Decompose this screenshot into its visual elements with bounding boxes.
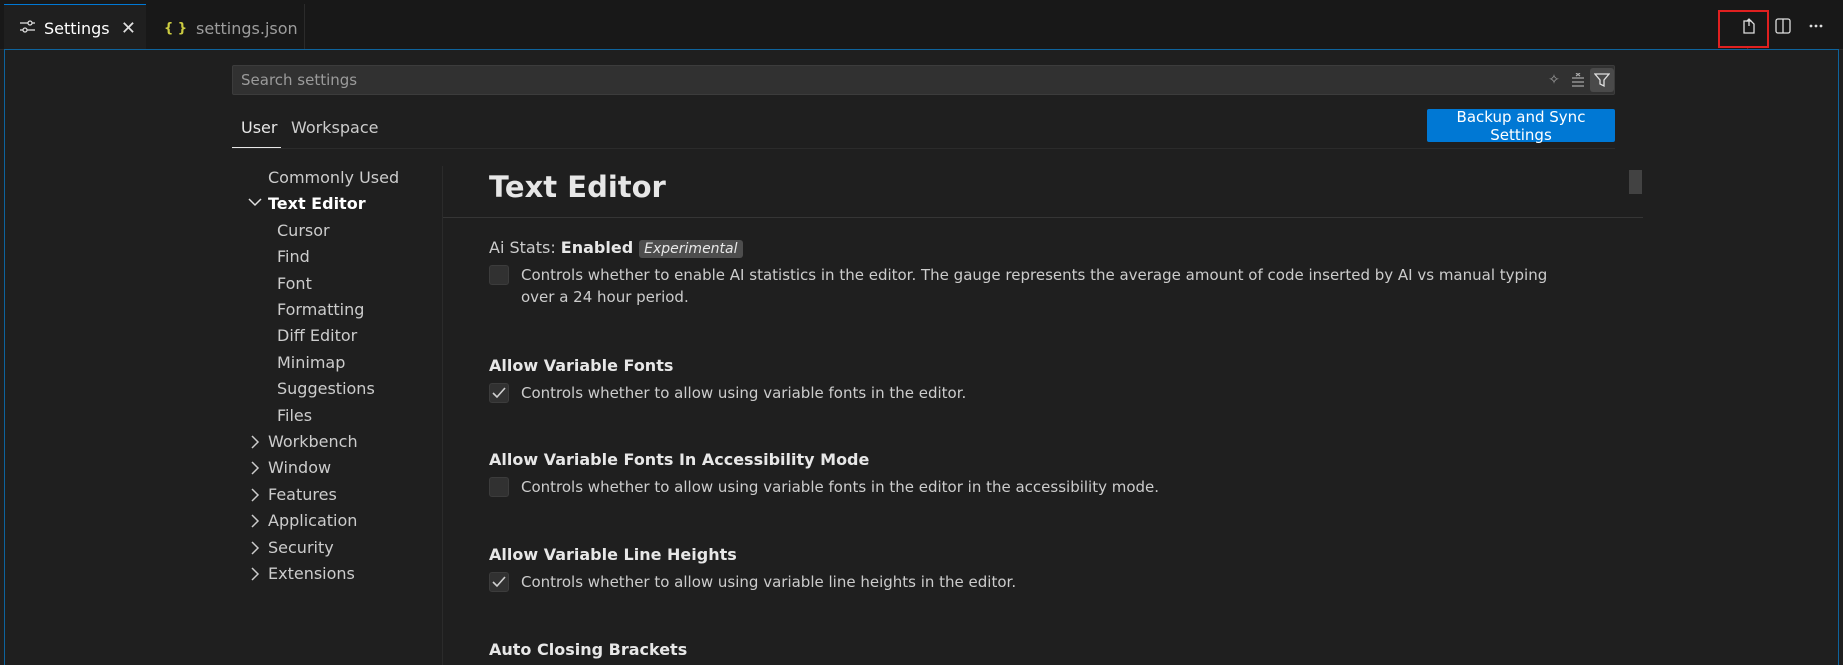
tab-workspace[interactable]: Workspace: [291, 118, 378, 137]
toc-item-workbench[interactable]: Workbench: [268, 432, 358, 451]
close-icon[interactable]: ✕: [121, 18, 136, 39]
divider: [232, 148, 1615, 149]
more-actions-icon[interactable]: [1805, 15, 1827, 37]
setting-description: Controls whether to allow using variable…: [521, 478, 1160, 496]
search-input[interactable]: [233, 66, 1333, 94]
chevron-right-icon[interactable]: [250, 514, 260, 532]
experimental-badge: Experimental: [639, 240, 743, 258]
toc-item-find[interactable]: Find: [277, 247, 310, 266]
checkmark-icon: [492, 387, 506, 399]
toc-item-extensions[interactable]: Extensions: [268, 564, 355, 583]
toc-item-formatting[interactable]: Formatting: [277, 300, 364, 319]
toc-item-text-editor[interactable]: Text Editor: [268, 194, 366, 213]
tab-settings-json[interactable]: { } settings.json: [150, 4, 305, 52]
toc-item-commonly-used[interactable]: Commonly Used: [268, 168, 399, 187]
checkmark-icon: [492, 576, 506, 588]
chevron-right-icon[interactable]: [250, 435, 260, 453]
filter-icon[interactable]: [1590, 68, 1614, 92]
toc-item-cursor[interactable]: Cursor: [277, 221, 330, 240]
clear-filter-icon[interactable]: [1567, 70, 1589, 90]
variable-fonts-checkbox[interactable]: [489, 383, 509, 403]
setting-category-prefix: Ai Stats:: [489, 238, 561, 257]
setting-description: Controls whether to allow using variable…: [521, 384, 967, 402]
setting-title-ai-stats: Ai Stats: Enabled Experimental: [489, 238, 743, 258]
toc-item-files[interactable]: Files: [277, 406, 312, 425]
editor-tab-bar: Settings ✕ { } settings.json: [0, 0, 1843, 52]
toc-item-features[interactable]: Features: [268, 485, 337, 504]
setting-title-variable-fonts: Allow Variable Fonts: [489, 356, 674, 375]
setting-title-variable-line-heights: Allow Variable Line Heights: [489, 545, 737, 564]
toc-item-window[interactable]: Window: [268, 458, 331, 477]
backup-sync-button[interactable]: Backup and Sync Settings: [1427, 108, 1615, 144]
scrollbar-thumb[interactable]: [1629, 170, 1642, 194]
section-title: Text Editor: [489, 170, 666, 204]
setting-name: Enabled: [560, 238, 634, 257]
tab-settings[interactable]: Settings ✕: [4, 4, 146, 52]
sparkle-icon[interactable]: ✧: [1543, 70, 1565, 90]
chevron-right-icon[interactable]: [250, 541, 260, 559]
toc-item-diff-editor[interactable]: Diff Editor: [277, 326, 357, 345]
toc-item-application[interactable]: Application: [268, 511, 357, 530]
tab-user[interactable]: User: [241, 118, 277, 137]
ai-stats-checkbox[interactable]: [489, 265, 509, 285]
toc-item-suggestions[interactable]: Suggestions: [277, 379, 375, 398]
setting-title-auto-closing-brackets: Auto Closing Brackets: [489, 640, 688, 659]
chevron-right-icon[interactable]: [250, 488, 260, 506]
toc-item-minimap[interactable]: Minimap: [277, 353, 345, 372]
chevron-down-icon[interactable]: [248, 195, 262, 211]
divider: [443, 217, 1643, 218]
chevron-right-icon[interactable]: [250, 567, 260, 585]
settings-search-box: ✧: [232, 65, 1615, 95]
settings-sliders-icon: [20, 20, 35, 37]
toc-item-font[interactable]: Font: [277, 274, 312, 293]
setting-description: Controls whether to enable AI statistics…: [521, 266, 1548, 306]
tab-label: Settings: [44, 19, 110, 38]
variable-line-heights-checkbox[interactable]: [489, 572, 509, 592]
toc-item-security[interactable]: Security: [268, 538, 334, 557]
json-braces-icon: { }: [164, 20, 188, 36]
setting-description: Controls whether to allow using variable…: [521, 573, 1017, 591]
variable-fonts-a11y-checkbox[interactable]: [489, 477, 509, 497]
tab-label: settings.json: [196, 18, 298, 38]
split-editor-icon[interactable]: [1772, 15, 1794, 37]
toc-divider: [442, 166, 443, 665]
setting-title-variable-fonts-a11y: Allow Variable Fonts In Accessibility Mo…: [489, 450, 870, 469]
chevron-right-icon[interactable]: [250, 461, 260, 479]
